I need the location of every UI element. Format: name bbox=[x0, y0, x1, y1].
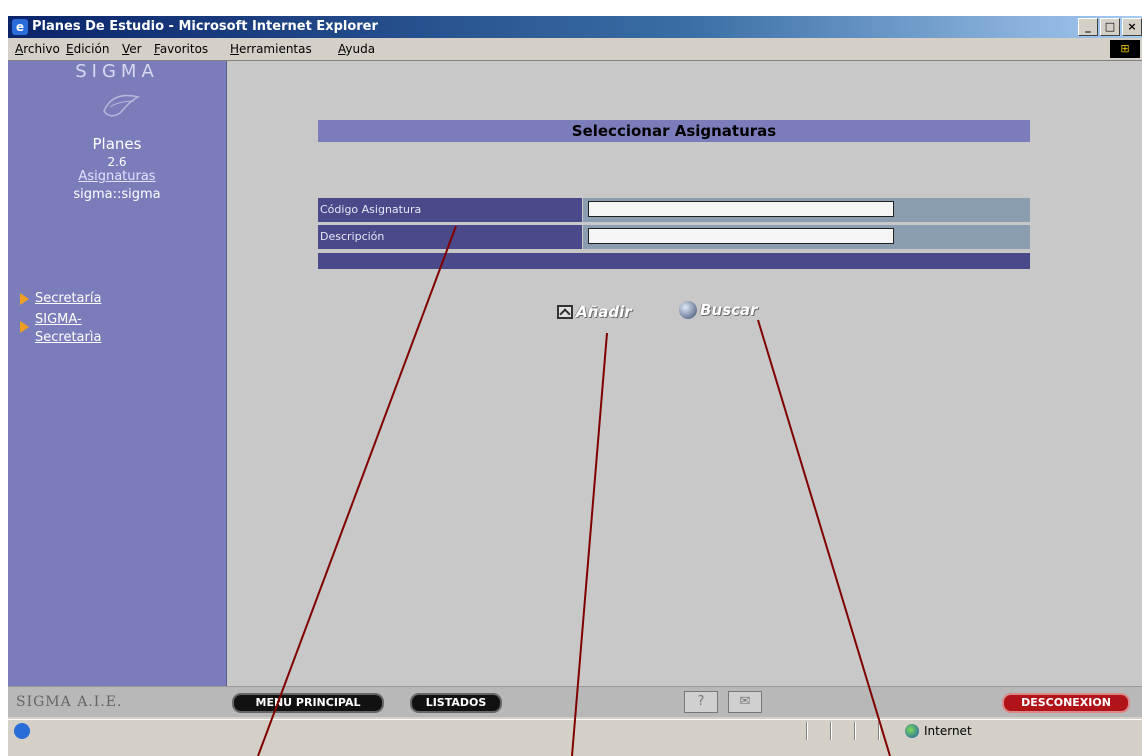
ie-icon: e bbox=[12, 19, 28, 35]
status-bar: Internet bbox=[8, 719, 1142, 742]
orange-arrow-icon bbox=[20, 293, 29, 305]
bottom-toolbar: SIGMA A.I.E. MENU PRINCIPAL LISTADOS ? ✉… bbox=[8, 686, 1142, 717]
zone-label: Internet bbox=[924, 724, 972, 738]
menu-bar: Archivo Edición Ver Favoritos Herramient… bbox=[8, 38, 1142, 61]
nav-label[interactable]: Secretaría bbox=[35, 291, 101, 306]
main-content: Seleccionar Asignaturas Código Asignatur… bbox=[227, 61, 1142, 686]
menu-archivo[interactable]: Archivo bbox=[15, 42, 60, 56]
status-divider bbox=[854, 722, 856, 740]
field-label: Código Asignatura bbox=[318, 198, 582, 222]
main-menu-button[interactable]: MENU PRINCIPAL bbox=[232, 693, 384, 713]
mail-icon[interactable]: ✉ bbox=[728, 691, 762, 713]
page-title: Seleccionar Asignaturas bbox=[318, 120, 1030, 142]
status-divider bbox=[830, 722, 832, 740]
menu-ver[interactable]: Ver bbox=[122, 42, 142, 56]
field-row-codigo: Código Asignatura bbox=[318, 198, 1030, 222]
footer-brand: SIGMA A.I.E. bbox=[16, 694, 123, 710]
menu-herramientas[interactable]: Herramientas bbox=[230, 42, 312, 56]
maximize-button[interactable]: □ bbox=[1100, 18, 1120, 36]
app-name: Planes bbox=[92, 135, 142, 153]
ie-page-icon bbox=[14, 723, 30, 739]
app-version: 2.6 bbox=[107, 155, 127, 169]
listados-button[interactable]: LISTADOS bbox=[410, 693, 502, 713]
orange-arrow-icon bbox=[20, 321, 29, 333]
windows-logo-icon: ⊞ bbox=[1110, 40, 1140, 58]
add-icon bbox=[557, 305, 573, 319]
form-footer-bar bbox=[318, 253, 1030, 269]
security-zone: Internet bbox=[905, 724, 972, 738]
browser-window: e Planes De Estudio - Microsoft Internet… bbox=[8, 16, 1142, 756]
close-button[interactable]: × bbox=[1122, 18, 1142, 36]
field-row-descripcion: Descripción bbox=[318, 225, 1030, 249]
status-divider bbox=[806, 722, 808, 740]
status-divider bbox=[878, 722, 880, 740]
window-title: Planes De Estudio - Microsoft Internet E… bbox=[32, 19, 378, 34]
add-label: Añadir bbox=[576, 303, 632, 321]
logout-button[interactable]: DESCONEXION bbox=[1002, 693, 1130, 713]
section-link-wrap: Asignaturas bbox=[8, 169, 226, 184]
search-icon bbox=[679, 301, 697, 319]
section-link-asignaturas[interactable]: Asignaturas bbox=[78, 169, 155, 184]
field-cell bbox=[583, 198, 1030, 222]
window-controls: _ □ × bbox=[1078, 18, 1142, 36]
title-bar: e Planes De Estudio - Microsoft Internet… bbox=[8, 16, 1142, 38]
add-button[interactable]: Añadir bbox=[557, 303, 632, 321]
menu-favoritos[interactable]: Favoritos bbox=[154, 42, 208, 56]
field-label: Descripción bbox=[318, 225, 582, 249]
help-button[interactable]: ? bbox=[684, 691, 718, 713]
search-label: Buscar bbox=[700, 301, 758, 319]
globe-icon bbox=[905, 724, 919, 738]
menu-ayuda[interactable]: Ayuda bbox=[338, 42, 375, 56]
menu-edicion[interactable]: Edición bbox=[66, 42, 109, 56]
sigma-logo-icon bbox=[103, 94, 141, 117]
sigma-brand: SIGMA bbox=[75, 61, 159, 82]
sidebar: SIGMA Planes 2.6 Asignaturas sigma::sigm… bbox=[8, 61, 227, 686]
user-name: sigma::sigma bbox=[73, 187, 161, 202]
search-button[interactable]: Buscar bbox=[679, 301, 757, 319]
minimize-button[interactable]: _ bbox=[1078, 18, 1098, 36]
codigo-asignatura-input[interactable] bbox=[588, 201, 894, 217]
descripcion-input[interactable] bbox=[588, 228, 894, 244]
nav-label[interactable]: SIGMA-Secretarìa bbox=[35, 311, 125, 347]
field-cell bbox=[583, 225, 1030, 249]
